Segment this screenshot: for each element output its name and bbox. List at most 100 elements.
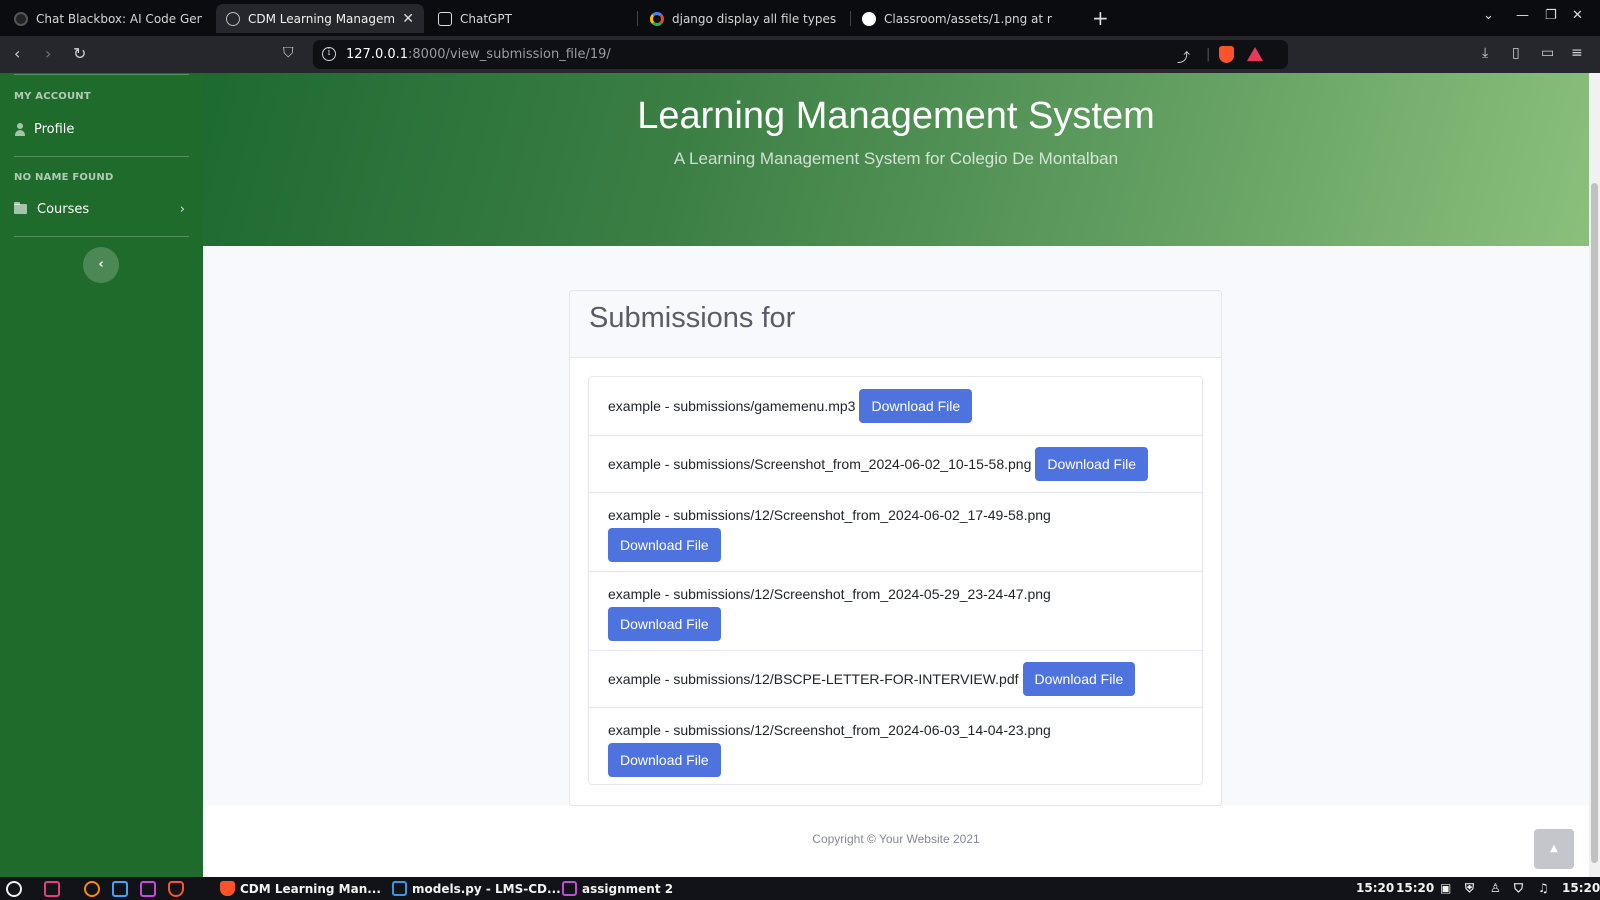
share-icon[interactable]: ⤴ bbox=[1177, 47, 1190, 66]
folder-icon bbox=[562, 881, 577, 896]
github-icon bbox=[862, 11, 876, 26]
tab-separator bbox=[850, 11, 851, 26]
list-item: example - submissions/12/Screenshot_from… bbox=[589, 707, 1202, 784]
new-tab-button[interactable]: + bbox=[1092, 6, 1109, 30]
back-icon[interactable]: ‹ bbox=[14, 44, 20, 63]
browser-toolbar: ‹ › ↻ ⛉ i 127.0.0.1:8000/view_submission… bbox=[0, 36, 1600, 73]
sidebar-item-label: Profile bbox=[34, 121, 75, 137]
tab-google-search[interactable]: django display all file types - Google S… bbox=[640, 4, 848, 33]
close-window-icon[interactable]: ✕ bbox=[1572, 8, 1583, 23]
sidebar-toggle-icon[interactable]: ▯ bbox=[1512, 45, 1520, 61]
sidebar-heading-my-account: MY ACCOUNT bbox=[14, 91, 91, 102]
bookmark-icon[interactable]: ⛉ bbox=[283, 45, 294, 61]
download-file-button[interactable]: Download File bbox=[1022, 662, 1136, 696]
page-scrollbar[interactable] bbox=[1589, 73, 1600, 877]
clock-secondary: 15:20 bbox=[1396, 881, 1435, 895]
tab-chat-blackbox[interactable]: Chat Blackbox: AI Code Generation bbox=[4, 4, 212, 33]
sidebar-item-courses[interactable]: Courses › bbox=[14, 197, 189, 221]
tab-list-chevron-icon[interactable]: ⌄ bbox=[1483, 8, 1494, 23]
scrollbar-thumb[interactable] bbox=[1591, 183, 1598, 863]
sidebar-collapse-button[interactable]: ‹ bbox=[83, 247, 119, 283]
brave-icon bbox=[220, 881, 235, 896]
chatgpt-icon bbox=[438, 11, 452, 26]
sidebar-divider bbox=[14, 236, 189, 237]
downloads-icon[interactable]: ⤓ bbox=[1482, 45, 1488, 61]
sidebar-item-profile[interactable]: Profile bbox=[14, 117, 189, 141]
submission-filename: example - submissions/12/BSCPE-LETTER-FO… bbox=[608, 671, 1019, 687]
sidebar-divider bbox=[14, 156, 189, 157]
submissions-card: Submissions for example - submissions/ga… bbox=[569, 290, 1222, 806]
download-file-button[interactable]: Download File bbox=[608, 607, 721, 641]
task-folder[interactable]: assignment 2 bbox=[562, 881, 673, 896]
files-icon[interactable] bbox=[140, 881, 156, 897]
submission-filename: example - submissions/Screenshot_from_20… bbox=[608, 456, 1032, 472]
site-info-icon[interactable]: i bbox=[322, 47, 336, 61]
folder-icon bbox=[14, 202, 27, 214]
tab-label: Classroom/assets/1.png at master bbox=[884, 11, 1052, 26]
vscode-icon bbox=[392, 881, 407, 896]
download-file-button[interactable]: Download File bbox=[859, 389, 973, 423]
submission-filename: example - submissions/12/Screenshot_from… bbox=[608, 507, 1051, 523]
terminal-icon[interactable] bbox=[112, 881, 128, 897]
system-taskbar: CDM Learning Man... models.py - LMS-CD..… bbox=[0, 877, 1600, 900]
task-brave[interactable]: CDM Learning Man... bbox=[220, 881, 381, 896]
wallet-icon[interactable]: ▭ bbox=[1541, 45, 1554, 61]
minimize-icon[interactable]: — bbox=[1516, 8, 1529, 23]
download-file-button[interactable]: Download File bbox=[608, 528, 721, 562]
list-item: example - submissions/gamemenu.mp3 Downl… bbox=[589, 377, 1202, 435]
task-label: CDM Learning Man... bbox=[240, 881, 381, 896]
browser-tab-bar: Chat Blackbox: AI Code Generation CDM Le… bbox=[0, 0, 1600, 36]
clipboard-icon[interactable]: ▣ bbox=[1440, 881, 1451, 895]
download-file-button[interactable]: Download File bbox=[608, 743, 721, 777]
chevron-right-icon: › bbox=[179, 201, 185, 217]
sidebar-heading-no-name: NO NAME FOUND bbox=[14, 172, 114, 183]
url-path: :8000/view_submission_file/19/ bbox=[408, 47, 611, 62]
tab-label: CDM Learning Management System bbox=[248, 11, 395, 26]
list-item: example - submissions/12/Screenshot_from… bbox=[589, 571, 1202, 650]
menu-icon[interactable]: ≡ bbox=[1571, 45, 1583, 61]
clock-tray: 15:20 bbox=[1562, 881, 1600, 895]
close-tab-icon[interactable]: ✕ bbox=[402, 11, 414, 27]
tab-cdm-lms[interactable]: CDM Learning Management System ✕ bbox=[216, 4, 424, 33]
firefox-icon[interactable] bbox=[84, 881, 100, 897]
scroll-to-top-button[interactable]: ▲ bbox=[1534, 829, 1574, 869]
page-subtitle: A Learning Management System for Colegio… bbox=[673, 149, 1119, 168]
url-divider: | bbox=[1206, 47, 1211, 62]
tab-github[interactable]: Classroom/assets/1.png at master bbox=[852, 4, 1062, 33]
tab-label: django display all file types - Google S… bbox=[672, 11, 838, 26]
globe-icon bbox=[226, 11, 240, 26]
card-header: Submissions for bbox=[570, 291, 1221, 358]
sidebar-divider bbox=[14, 74, 189, 75]
submission-filename: example - submissions/gamemenu.mp3 bbox=[608, 398, 856, 414]
url-text[interactable]: 127.0.0.1:8000/view_submission_file/19/ bbox=[346, 47, 611, 62]
vpn-icon[interactable]: ⛉ bbox=[1514, 881, 1523, 896]
forward-icon[interactable]: › bbox=[45, 44, 51, 63]
shield-tray-icon[interactable]: ⛨ bbox=[1465, 881, 1474, 896]
user-tray-icon[interactable]: ♙ bbox=[1490, 881, 1501, 895]
tab-label: ChatGPT bbox=[460, 11, 512, 26]
sidebar: MY ACCOUNT Profile NO NAME FOUND Courses… bbox=[0, 73, 203, 877]
user-icon bbox=[14, 122, 26, 136]
tab-chatgpt[interactable]: ChatGPT bbox=[428, 4, 634, 33]
brave-rewards-icon[interactable] bbox=[1247, 47, 1263, 61]
list-item: example - submissions/Screenshot_from_20… bbox=[589, 435, 1202, 492]
url-host: 127.0.0.1 bbox=[346, 47, 409, 62]
brave-launcher-icon[interactable] bbox=[168, 881, 184, 897]
brave-shield-icon[interactable] bbox=[1219, 46, 1234, 63]
page-title: Learning Management System bbox=[637, 95, 1155, 137]
list-item: example - submissions/12/Screenshot_from… bbox=[589, 492, 1202, 571]
footer: Copyright © Your Website 2021 bbox=[203, 806, 1589, 877]
clock-primary: 15:20 bbox=[1356, 881, 1395, 895]
desktop-icon[interactable] bbox=[44, 881, 60, 897]
address-bar[interactable]: i 127.0.0.1:8000/view_submission_file/19… bbox=[313, 40, 1288, 69]
restore-icon[interactable]: ❐ bbox=[1545, 8, 1557, 23]
card-title: Submissions for bbox=[589, 302, 796, 334]
list-item: example - submissions/12/BSCPE-LETTER-FO… bbox=[589, 650, 1202, 707]
reload-icon[interactable]: ↻ bbox=[73, 44, 86, 63]
sidebar-item-label: Courses bbox=[37, 201, 90, 217]
task-vscode[interactable]: models.py - LMS-CD... bbox=[392, 881, 561, 896]
music-icon[interactable]: ♫ bbox=[1538, 881, 1549, 895]
task-label: assignment 2 bbox=[582, 881, 674, 896]
start-menu-icon[interactable] bbox=[6, 881, 22, 897]
download-file-button[interactable]: Download File bbox=[1035, 447, 1149, 481]
